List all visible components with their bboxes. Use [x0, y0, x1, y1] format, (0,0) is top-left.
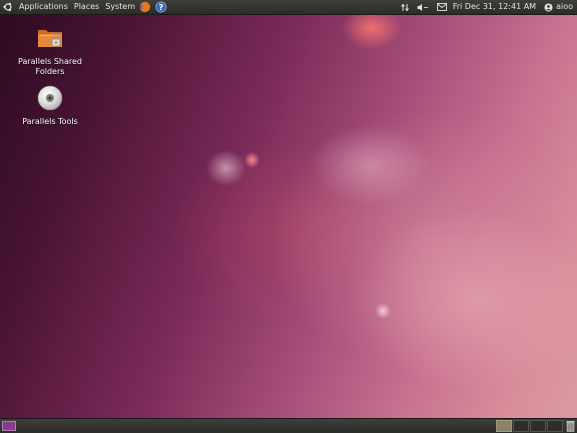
applications-menu[interactable]: Applications	[19, 0, 68, 14]
workspace-3[interactable]	[530, 420, 546, 432]
network-icon[interactable]	[400, 3, 409, 12]
desktop-icon-label: Parallels Tools	[22, 117, 78, 126]
folder-icon	[38, 30, 62, 47]
firefox-icon[interactable]	[139, 1, 151, 13]
mail-icon[interactable]	[436, 3, 447, 11]
clock[interactable]: Fri Dec 31, 12:41 AM	[453, 0, 536, 14]
desktop-screen: Applications Places System ? Fri Dec 31,…	[0, 0, 577, 433]
ubuntu-logo-icon[interactable]	[3, 2, 13, 12]
trash-icon[interactable]	[566, 420, 575, 432]
workspace-2[interactable]	[513, 420, 529, 432]
cd-disc-icon	[37, 85, 63, 111]
volume-icon[interactable]	[417, 3, 429, 12]
user-icon[interactable]	[544, 3, 553, 12]
bottom-panel	[0, 418, 577, 433]
top-panel: Applications Places System ? Fri Dec 31,…	[0, 0, 577, 15]
show-desktop-button[interactable]	[2, 421, 16, 431]
user-name[interactable]: aioo	[556, 0, 573, 14]
desktop-icon-parallels-tools[interactable]: Parallels Tools	[15, 84, 85, 127]
system-menu[interactable]: System	[105, 0, 135, 14]
workspace-4[interactable]	[547, 420, 563, 432]
desktop-icon-label: Parallels Shared Folders	[17, 57, 83, 76]
desktop-icon-shared-folders[interactable]: Parallels Shared Folders	[15, 24, 85, 77]
workspace-1[interactable]	[496, 420, 512, 432]
workspace-switcher[interactable]	[495, 420, 563, 432]
svg-text:?: ?	[159, 3, 164, 12]
places-menu[interactable]: Places	[74, 0, 99, 14]
help-icon[interactable]: ?	[155, 1, 167, 13]
